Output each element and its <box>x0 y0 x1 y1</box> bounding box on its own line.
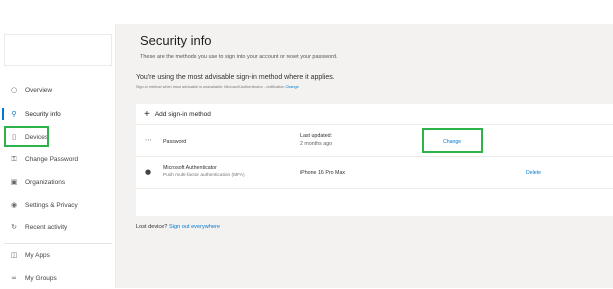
groups-icon: ∞ <box>11 274 17 282</box>
sidebar-item-label: Organizations <box>25 178 66 186</box>
method-detail: Last updated: <box>300 133 333 139</box>
sidebar-item-organizations[interactable]: ▣ Organizations <box>0 171 116 193</box>
lost-device-label: Lost device? <box>136 224 168 230</box>
key-person-icon: ⚲ <box>11 110 17 118</box>
history-icon: ↻ <box>11 223 17 231</box>
top-bar <box>0 0 613 24</box>
sidebar-item-label: Security info <box>25 110 61 118</box>
method-row-password: ⋯ Password Last updated: 2 months ago Ch… <box>136 125 613 157</box>
add-method-label: Add sign-in method <box>154 110 211 118</box>
sidebar-item-security-info[interactable]: ⚲ Security info <box>0 103 116 125</box>
sidebar-item-change-password[interactable]: ⚿ Change Password <box>0 148 116 170</box>
sidebar-item-label: Overview <box>25 86 53 94</box>
method-detail-secondary: 2 months ago <box>300 141 333 147</box>
default-method-text: Sign-in method when most advisable is un… <box>136 85 285 89</box>
sidebar-item-overview[interactable]: ○ Overview <box>0 79 116 101</box>
organization-logo <box>4 34 112 66</box>
default-method-note: Sign-in method when most advisable is un… <box>136 85 299 89</box>
sidebar-item-settings-privacy[interactable]: ◉ Settings & Privacy <box>0 194 116 216</box>
add-method-button[interactable]: + Add sign-in method <box>136 104 613 125</box>
sidebar-item-recent-activity[interactable]: ↻ Recent activity <box>0 216 116 238</box>
devices-highlight-box <box>4 126 49 147</box>
advisable-message: You're using the most advisable sign-in … <box>136 74 335 81</box>
method-name: Password <box>163 139 187 145</box>
methods-card: + Add sign-in method ⋯ Password Last upd… <box>136 104 613 216</box>
method-detail: iPhone 16 Pro Max <box>300 170 346 176</box>
sidebar-item-label: Settings & Privacy <box>25 201 78 209</box>
sidebar: ○ Overview ⚲ Security info ▯ Devices ⚿ C… <box>0 24 116 288</box>
sidebar-item-label: My Apps <box>25 251 50 259</box>
sidebar-item-label: Change Password <box>25 155 79 163</box>
sidebar-item-my-groups[interactable]: ∞ My Groups <box>0 267 116 289</box>
sidebar-item-label: Recent activity <box>25 223 68 231</box>
main-content: Security info These are the methods you … <box>116 24 613 288</box>
authenticator-icon: ● <box>145 168 152 176</box>
password-icon: ⋯ <box>145 136 152 144</box>
delete-authenticator-link[interactable]: Delete <box>526 170 541 176</box>
briefcase-icon: ▣ <box>10 178 18 186</box>
apps-icon: ◫ <box>10 251 18 259</box>
key-icon: ⚿ <box>11 154 17 163</box>
lock-icon: ◉ <box>10 201 18 209</box>
method-name: Microsoft Authenticator <box>163 165 217 171</box>
method-row-authenticator: ● Microsoft Authenticator Push multi-fac… <box>136 157 613 189</box>
page-title: Security info <box>140 33 212 48</box>
page-subtitle: These are the methods you use to sign in… <box>140 54 338 60</box>
person-icon: ○ <box>10 86 18 94</box>
sidebar-item-my-apps[interactable]: ◫ My Apps <box>0 244 116 266</box>
sign-out-everywhere-link[interactable]: Sign out everywhere <box>169 224 220 230</box>
sidebar-item-label: My Groups <box>25 274 57 282</box>
default-method-change-link[interactable]: Change <box>285 85 298 89</box>
change-highlight-box <box>422 128 483 153</box>
method-subtext: Push multi-factor authentication (MFA) <box>163 173 245 178</box>
plus-icon: + <box>144 108 150 120</box>
lost-device-line: Lost device? Sign out everywhere <box>136 224 220 230</box>
